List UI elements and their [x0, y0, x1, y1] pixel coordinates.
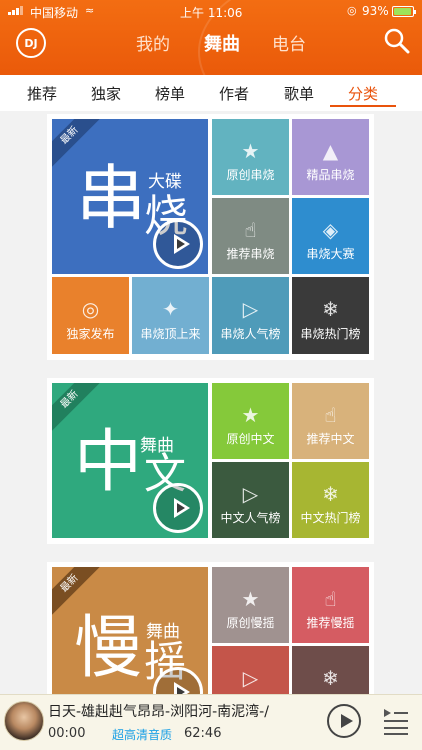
- thumb-up-icon: ☝: [244, 218, 257, 242]
- play-button[interactable]: [327, 704, 361, 738]
- pin-icon: ✦: [162, 297, 179, 321]
- tab-radio[interactable]: 电台: [272, 30, 306, 55]
- tile-recommended-chinese[interactable]: ☝ 推荐中文: [292, 383, 369, 459]
- status-bar: 中国移动 ≈ 上午 11:06 ◎ 93%: [0, 0, 422, 22]
- battery-icon: [392, 6, 416, 17]
- medley-feature-tile[interactable]: 最新 串 烧 大碟: [52, 119, 208, 274]
- tree-icon: ▲: [322, 139, 339, 163]
- tile-label: 推荐串烧: [226, 247, 275, 261]
- tile-slow-rock-popular[interactable]: ▷: [212, 646, 289, 694]
- tile-chinese-popular[interactable]: ▷ 中文人气榜: [212, 462, 289, 538]
- tile-label: 原创中文: [226, 432, 275, 446]
- current-time: 00:00: [48, 726, 86, 741]
- tile-recommended-slow-rock[interactable]: ☝ 推荐慢摇: [292, 567, 369, 643]
- tab-authors[interactable]: 作者: [219, 83, 249, 104]
- top-tab-bar: 我的 舞曲 电台: [0, 30, 422, 56]
- play-circle-icon[interactable]: [153, 219, 203, 269]
- song-title: 日天-雄赳赳气昂昂-浏阳河-南泥湾-/: [48, 704, 269, 720]
- tab-exclusive[interactable]: 独家: [91, 83, 121, 104]
- flame-icon: ❄: [322, 482, 339, 506]
- section-chinese: 最新 中 文 舞曲 ★ 原创中文 ☝ 推荐中文 ▷ 中文人气榜 ❄ 中文热门榜: [47, 378, 374, 544]
- tab-playlists[interactable]: 歌单: [284, 83, 314, 104]
- section-slow-rock: 最新 慢 摇 舞曲 ★ 原创慢摇 ☝ 推荐慢摇 ▷ ❄: [47, 562, 374, 694]
- big-char-1: 串: [76, 157, 146, 239]
- star-icon: ★: [241, 139, 260, 163]
- status-time: 上午 11:06: [180, 6, 243, 20]
- category-tab-bar: 推荐 独家 榜单 作者 歌单 分类: [0, 75, 422, 111]
- tile-premium-medley[interactable]: ▲ 精品串烧: [292, 119, 369, 195]
- rotation-lock-icon: ◎: [347, 4, 357, 17]
- wifi-icon: ≈: [85, 4, 95, 17]
- star-icon: ★: [241, 403, 260, 427]
- play-icon: ▷: [242, 297, 259, 321]
- tile-medley-top[interactable]: ✦ 串烧顶上来: [132, 277, 209, 354]
- big-char-1: 中: [74, 423, 143, 502]
- tile-medley-contest[interactable]: ◈ 串烧大赛: [292, 198, 369, 274]
- globe-icon: ◎: [81, 297, 100, 321]
- feature-subtitle: 大碟: [148, 172, 182, 192]
- tile-label: 串烧人气榜: [220, 327, 281, 341]
- tile-label: 原创串烧: [226, 168, 275, 182]
- tile-label: 串烧大赛: [306, 247, 355, 261]
- thumb-up-icon: ☝: [324, 587, 337, 611]
- app-header: 中国移动 ≈ 上午 11:06 ◎ 93% DJ 我的 舞曲 电台: [0, 0, 422, 75]
- tile-chinese-hot[interactable]: ❄ 中文热门榜: [292, 462, 369, 538]
- tab-mine[interactable]: 我的: [136, 30, 170, 55]
- star-icon: ★: [241, 587, 260, 611]
- tile-medley-hot[interactable]: ❄ 串烧热门榜: [292, 277, 369, 354]
- battery-percent: 93%: [362, 4, 389, 18]
- big-char-1: 慢: [74, 609, 143, 688]
- artist-avatar[interactable]: [4, 701, 44, 741]
- thumb-up-icon: ☝: [324, 403, 337, 427]
- tile-label: 串烧热门榜: [300, 327, 361, 341]
- tile-original-medley[interactable]: ★ 原创串烧: [212, 119, 289, 195]
- tile-label: 精品串烧: [306, 168, 355, 182]
- tile-original-slow-rock[interactable]: ★ 原创慢摇: [212, 567, 289, 643]
- medal-icon: ◈: [322, 218, 339, 242]
- duration: 62:46: [184, 726, 222, 741]
- tile-original-chinese[interactable]: ★ 原创中文: [212, 383, 289, 459]
- tile-medley-popular[interactable]: ▷ 串烧人气榜: [212, 277, 289, 354]
- play-circle-icon[interactable]: [153, 483, 203, 533]
- tile-exclusive-release[interactable]: ◎ 独家发布: [52, 277, 129, 354]
- slow-rock-feature-tile[interactable]: 最新 慢 摇 舞曲: [52, 567, 208, 694]
- feature-subtitle: 舞曲: [146, 622, 180, 642]
- tile-label: 推荐慢摇: [306, 616, 355, 630]
- play-icon: ▷: [242, 666, 259, 690]
- tab-categories[interactable]: 分类: [348, 83, 378, 104]
- section-medley: 最新 串 烧 大碟 ★ 原创串烧 ▲ 精品串烧 ☝ 推荐串烧 ◈ 串烧大赛 ◎ …: [47, 114, 374, 360]
- tile-label: 独家发布: [66, 327, 115, 341]
- tile-recommended-medley[interactable]: ☝ 推荐串烧: [212, 198, 289, 274]
- tab-dance[interactable]: 舞曲: [204, 30, 240, 56]
- carrier-label: 中国移动: [30, 6, 79, 20]
- tile-label: 串烧顶上来: [140, 327, 201, 341]
- search-icon[interactable]: [384, 28, 410, 54]
- chinese-feature-tile[interactable]: 最新 中 文 舞曲: [52, 383, 208, 538]
- tile-label: 中文热门榜: [300, 511, 361, 525]
- tab-recommend[interactable]: 推荐: [27, 83, 57, 104]
- feature-subtitle: 舞曲: [140, 436, 174, 456]
- flame-icon: ❄: [322, 666, 339, 690]
- play-icon: ▷: [242, 482, 259, 506]
- playlist-icon[interactable]: [382, 706, 410, 736]
- active-tab-indicator: [330, 105, 396, 107]
- quality-badge[interactable]: 超高清音质: [112, 726, 172, 743]
- tile-label: 中文人气榜: [220, 511, 281, 525]
- tile-slow-rock-hot[interactable]: ❄: [292, 646, 369, 694]
- tile-label: 原创慢摇: [226, 616, 275, 630]
- flame-icon: ❄: [322, 297, 339, 321]
- signal-icon: [8, 6, 23, 15]
- tab-charts[interactable]: 榜单: [155, 83, 185, 104]
- tile-label: 推荐中文: [306, 432, 355, 446]
